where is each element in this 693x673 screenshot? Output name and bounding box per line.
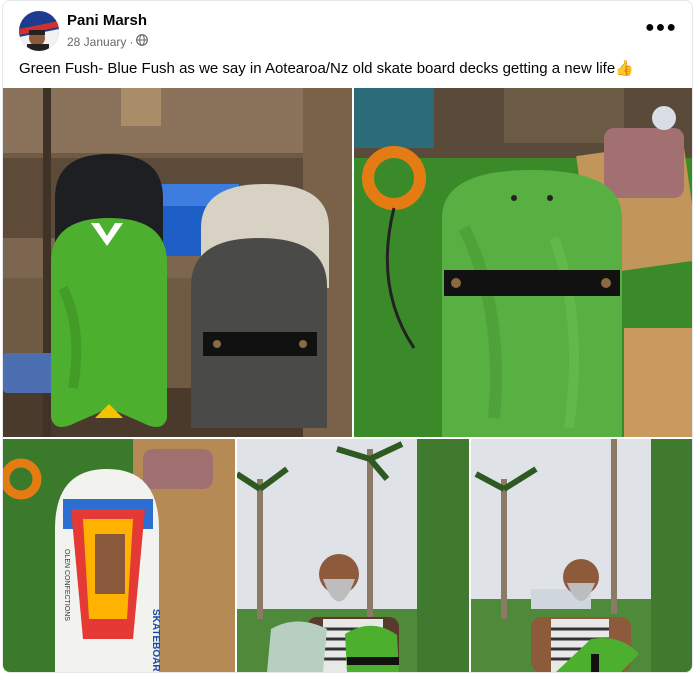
post-header: Pani Marsh 28 January · ●●● — [19, 9, 679, 53]
post-date[interactable]: 28 January — [67, 35, 126, 49]
photo-decks-on-wall[interactable] — [3, 88, 352, 437]
author-name[interactable]: Pani Marsh — [67, 12, 147, 29]
caption-text: Green Fush- Blue Fush as we say in Aotea… — [19, 60, 616, 77]
deck-text-brand: OLEN CONFECTIONS — [63, 549, 70, 621]
photo-man-with-decks[interactable] — [237, 439, 469, 672]
photo-colorful-deck[interactable]: SKATEBOARDS OLEN CONFECTIONS — [3, 439, 235, 672]
deck-text-skateboards: SKATEBOARDS — [150, 609, 161, 672]
post-caption: Green Fush- Blue Fush as we say in Aotea… — [19, 59, 634, 77]
thumbs-up-emoji: 👍 — [615, 60, 634, 77]
photo-green-deck-strap[interactable] — [354, 88, 692, 437]
post-card: Pani Marsh 28 January · ●●● Green Fush- … — [2, 0, 693, 673]
more-options-icon[interactable]: ●●● — [645, 19, 677, 37]
post-meta: 28 January · — [67, 34, 149, 49]
meta-separator: · — [129, 34, 134, 49]
author-avatar[interactable] — [19, 11, 59, 51]
globe-icon — [136, 34, 149, 49]
photo-man-with-green-deck[interactable] — [471, 439, 692, 672]
